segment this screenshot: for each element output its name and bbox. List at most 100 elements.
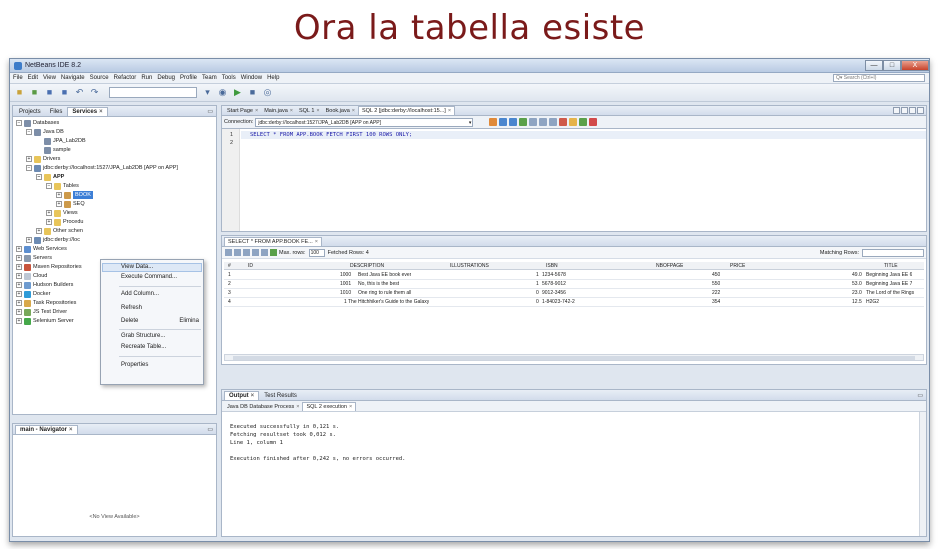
build-icon[interactable]: ▾ bbox=[202, 87, 213, 98]
menu-item-refresh[interactable]: Refresh bbox=[121, 304, 142, 313]
menu-item-view-data[interactable]: View Data... bbox=[121, 263, 153, 272]
tree-node-book[interactable]: + BOOK bbox=[56, 191, 93, 199]
menu-item-recreate-table[interactable]: Recreate Table... bbox=[121, 343, 166, 352]
menu-run[interactable]: Run bbox=[141, 75, 152, 81]
run-sql-icon[interactable] bbox=[489, 118, 498, 126]
vertical-scrollbar[interactable] bbox=[919, 412, 926, 536]
column-header[interactable]: ILLUSTRATIONS bbox=[450, 262, 489, 270]
refresh-icon[interactable] bbox=[270, 249, 277, 256]
close-icon[interactable]: × bbox=[349, 404, 352, 410]
tree-node-tables[interactable]: − Tables bbox=[46, 182, 79, 190]
close-icon[interactable]: × bbox=[352, 108, 355, 114]
column-header[interactable]: PRICE bbox=[730, 262, 745, 270]
tree-node-docker[interactable]: + Docker bbox=[16, 290, 50, 298]
tree-node-connection-app[interactable]: − jdbc:derby://localhost:1527/JPA_Lab2DB … bbox=[26, 164, 178, 172]
connection-select[interactable]: jdbc:derby://localhost:1527/JPA_Lab2DB [… bbox=[255, 117, 474, 127]
tree-node-drivers[interactable]: + Drivers bbox=[26, 155, 60, 163]
tab-java-db-process[interactable]: Java DB Database Process × bbox=[224, 403, 302, 411]
redo-icon[interactable]: ↷ bbox=[89, 87, 100, 98]
column-header[interactable]: ID bbox=[248, 262, 253, 270]
menu-item-grab-structure[interactable]: Grab Structure... bbox=[121, 332, 165, 341]
keep-prior-tabs-icon[interactable] bbox=[509, 118, 518, 126]
column-header[interactable]: TITLE bbox=[884, 262, 898, 270]
tree-node-connection-2[interactable]: + jdbc:derby://loc bbox=[26, 236, 80, 244]
close-icon[interactable]: × bbox=[255, 108, 258, 114]
sql-editor[interactable]: 1 2 SELECT * FROM APP.BOOK FETCH FIRST 1… bbox=[221, 128, 927, 232]
menu-view[interactable]: View bbox=[43, 75, 56, 81]
max-rows-input[interactable]: 100 bbox=[308, 248, 325, 257]
tab-sql-2[interactable]: SQL 2 [jdbc:derby://localhost:15...] × bbox=[357, 106, 456, 115]
new-file-icon[interactable]: ■ bbox=[29, 87, 40, 98]
horizontal-scrollbar[interactable] bbox=[224, 354, 924, 361]
tree-node-hudson[interactable]: + Hudson Builders bbox=[16, 281, 73, 289]
uncomment-icon[interactable] bbox=[579, 118, 588, 126]
toggle-bookmark-icon[interactable] bbox=[559, 118, 568, 126]
stop-icon[interactable] bbox=[589, 118, 598, 126]
menu-source[interactable]: Source bbox=[90, 75, 109, 81]
shift-left-icon[interactable] bbox=[539, 118, 548, 126]
tab-query-result[interactable]: SELECT * FROM APP.BOOK FE... × bbox=[224, 237, 322, 246]
menu-item-execute-command[interactable]: Execute Command... bbox=[121, 273, 177, 282]
menu-edit[interactable]: Edit bbox=[28, 75, 38, 81]
tree-node-web-services[interactable]: + Web Services bbox=[16, 245, 67, 253]
tab-files[interactable]: Files bbox=[46, 108, 67, 116]
close-icon[interactable]: × bbox=[315, 239, 318, 245]
close-button[interactable]: X bbox=[901, 60, 929, 71]
scroll-tabs-left-icon[interactable] bbox=[893, 107, 900, 114]
menu-window[interactable]: Window bbox=[241, 75, 262, 81]
comment-icon[interactable] bbox=[569, 118, 578, 126]
commit-icon[interactable] bbox=[243, 249, 250, 256]
tree-node-selenium[interactable]: + Selenium Server bbox=[16, 317, 74, 325]
minimize-panel-icon[interactable]: ▭ bbox=[207, 108, 213, 115]
tree-node-task-repositories[interactable]: + Task Repositories bbox=[16, 299, 76, 307]
save-all-icon[interactable]: ■ bbox=[59, 87, 70, 98]
tab-start-page[interactable]: Start Page × bbox=[224, 107, 261, 115]
menu-navigate[interactable]: Navigate bbox=[61, 75, 85, 81]
table-row[interactable]: 4 1 The Hitchhiker's Guide to the Galaxy… bbox=[224, 298, 924, 306]
column-header[interactable]: ISBN bbox=[546, 262, 558, 270]
tab-book-java[interactable]: Book.java × bbox=[323, 107, 358, 115]
close-icon[interactable]: × bbox=[99, 109, 103, 115]
column-header[interactable]: NBOFPAGE bbox=[656, 262, 683, 270]
clean-build-icon[interactable]: ◉ bbox=[217, 87, 228, 98]
column-header[interactable]: DESCRIPTION bbox=[350, 262, 384, 270]
cancel-edits-icon[interactable] bbox=[252, 249, 259, 256]
tree-node-js-test-driver[interactable]: + JS Test Driver bbox=[16, 308, 67, 316]
menu-debug[interactable]: Debug bbox=[157, 75, 175, 81]
tree-node-maven[interactable]: + Maven Repositories bbox=[16, 263, 82, 271]
minimize-panel-icon[interactable]: ▭ bbox=[207, 426, 213, 433]
sql-history-icon[interactable] bbox=[499, 118, 508, 126]
maximize-window-icon[interactable] bbox=[917, 107, 924, 114]
run-icon[interactable]: ▶ bbox=[232, 87, 243, 98]
menu-file[interactable]: File bbox=[13, 75, 23, 81]
open-project-icon[interactable]: ■ bbox=[44, 87, 55, 98]
tree-node-jpa-lab2db[interactable]: JPA_Lab2DB bbox=[44, 137, 86, 145]
format-icon[interactable] bbox=[529, 118, 538, 126]
tree-node-seq[interactable]: + SEQ bbox=[56, 200, 85, 208]
undo-icon[interactable]: ↶ bbox=[74, 87, 85, 98]
insert-record-icon[interactable] bbox=[225, 249, 232, 256]
menu-item-add-column[interactable]: Add Column... bbox=[121, 290, 159, 299]
menu-help[interactable]: Help bbox=[267, 75, 279, 81]
minimize-button[interactable]: — bbox=[865, 60, 883, 71]
menu-item-delete[interactable]: Delete bbox=[121, 317, 138, 326]
profile-icon[interactable]: ◎ bbox=[262, 87, 273, 98]
tab-output[interactable]: Output × bbox=[224, 391, 260, 400]
maximize-button[interactable]: □ bbox=[883, 60, 901, 71]
tab-test-results[interactable]: Test Results bbox=[260, 392, 301, 400]
search-input[interactable]: Q▾ Search (Ctrl+I) bbox=[833, 74, 925, 82]
tree-node-cloud[interactable]: + Cloud bbox=[16, 272, 47, 280]
minimize-panel-icon[interactable]: ▭ bbox=[917, 392, 923, 399]
scroll-tabs-right-icon[interactable] bbox=[901, 107, 908, 114]
tree-node-procedures[interactable]: + Procedu bbox=[46, 218, 84, 226]
tree-node-java-db[interactable]: − Java DB bbox=[26, 128, 64, 136]
menu-team[interactable]: Team bbox=[202, 75, 217, 81]
tree-node-views[interactable]: + Views bbox=[46, 209, 78, 217]
menu-item-properties[interactable]: Properties bbox=[121, 361, 148, 370]
tree-node-other-schemas[interactable]: + Other schen bbox=[36, 227, 83, 235]
show-opened-documents-icon[interactable] bbox=[909, 107, 916, 114]
table-row[interactable]: 3 1010 One ring to rule them all 0 9012-… bbox=[224, 289, 924, 297]
close-icon[interactable]: × bbox=[316, 108, 319, 114]
close-icon[interactable]: × bbox=[296, 404, 299, 410]
visual-query-icon[interactable] bbox=[519, 118, 528, 126]
